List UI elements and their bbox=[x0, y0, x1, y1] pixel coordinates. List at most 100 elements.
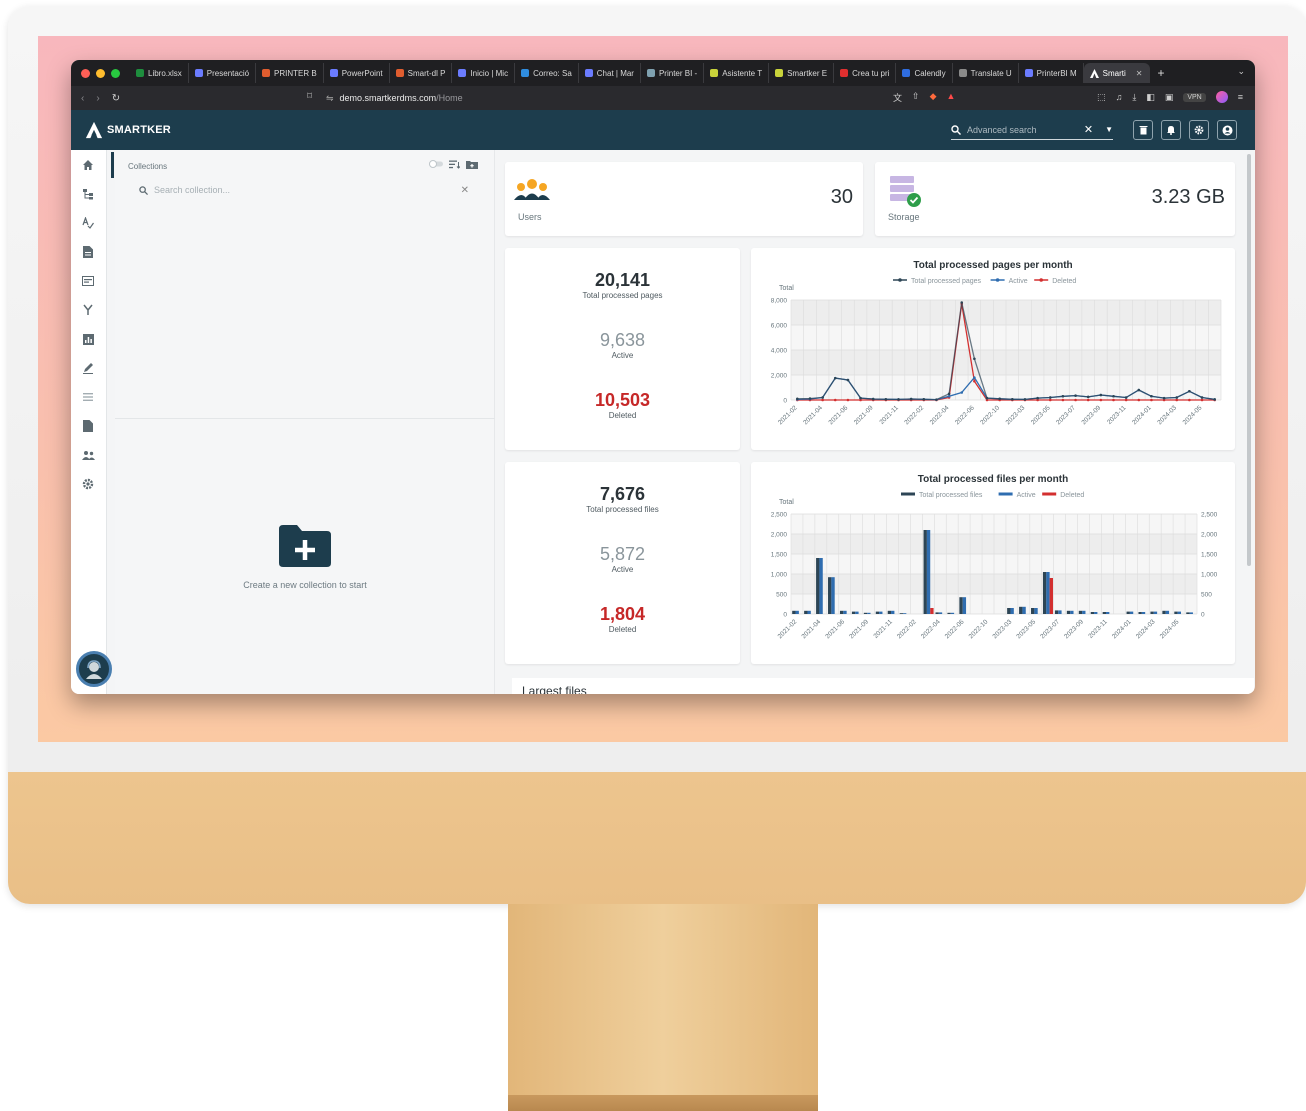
bar bbox=[1054, 610, 1059, 614]
extensions-icon[interactable]: ⬚ bbox=[1097, 92, 1106, 103]
nav-signatures[interactable] bbox=[81, 361, 95, 375]
clear-collection-search-icon[interactable]: ✕ bbox=[461, 185, 469, 196]
forward-icon[interactable]: › bbox=[96, 93, 99, 104]
collection-search-input[interactable]: Search collection... ✕ bbox=[139, 182, 469, 198]
clear-search-icon[interactable]: ✕ bbox=[1084, 123, 1093, 136]
data-point bbox=[1188, 389, 1191, 393]
rewards-icon[interactable]: ▲ bbox=[946, 91, 955, 104]
y-axis-title: Total bbox=[779, 499, 794, 506]
site-settings-icon[interactable]: ⇋ bbox=[326, 93, 334, 104]
back-icon[interactable]: ‹ bbox=[81, 93, 84, 104]
wallet-icon[interactable]: ▣ bbox=[1165, 92, 1174, 103]
x-tick-label: 2023-05 bbox=[1015, 618, 1037, 640]
translate-icon[interactable]: 文 bbox=[893, 91, 902, 104]
browser-tab[interactable]: PRINTER B bbox=[256, 63, 324, 83]
media-icon[interactable]: ♫ bbox=[1116, 92, 1123, 102]
new-tab-button[interactable]: + bbox=[1158, 66, 1165, 80]
browser-tab-active[interactable]: Smarti ✕ bbox=[1083, 63, 1150, 83]
address-bar[interactable]: ⇋ demo.smartkerdms.com/Home bbox=[326, 90, 976, 106]
browser-tab[interactable]: PowerPoint bbox=[324, 63, 390, 83]
sort-list-icon[interactable] bbox=[449, 160, 460, 169]
browser-tab[interactable]: Libro.xlsx bbox=[130, 63, 189, 83]
settings-button[interactable] bbox=[1189, 120, 1209, 140]
bar bbox=[851, 611, 856, 614]
add-folder-icon[interactable] bbox=[466, 160, 478, 169]
nav-users[interactable] bbox=[81, 448, 95, 462]
create-folder-icon[interactable] bbox=[279, 525, 331, 567]
download-icon[interactable]: ⤓ bbox=[1132, 92, 1136, 103]
notifications-button[interactable] bbox=[1161, 120, 1181, 140]
browser-tab[interactable]: Inicio | Mic bbox=[452, 63, 516, 83]
browser-tab[interactable]: Chat | Mar bbox=[579, 63, 641, 83]
tab-favicon-icon bbox=[710, 69, 719, 77]
browser-tab[interactable]: Presentació bbox=[189, 63, 257, 83]
bar bbox=[1174, 611, 1178, 614]
dashboard-scrollbar[interactable] bbox=[1247, 154, 1251, 566]
minimize-window-button[interactable] bbox=[96, 68, 105, 78]
bar bbox=[807, 610, 811, 614]
shield-icon[interactable]: ◆ bbox=[930, 91, 937, 104]
zoom-window-button[interactable] bbox=[111, 68, 120, 78]
bar bbox=[1094, 612, 1098, 614]
menu-icon[interactable]: ≡ bbox=[1238, 92, 1243, 102]
bar bbox=[1078, 610, 1083, 614]
nav-settings[interactable] bbox=[81, 477, 95, 491]
search-options-chevron-icon[interactable]: ▼ bbox=[1105, 125, 1113, 134]
nav-documents[interactable] bbox=[81, 245, 95, 259]
bookmark-icon[interactable]: ⌑ bbox=[307, 91, 312, 102]
browser-tab[interactable]: Smartker E bbox=[769, 63, 835, 83]
toggle-icon[interactable] bbox=[429, 160, 443, 168]
x-tick-label: 2023-11 bbox=[1087, 618, 1109, 640]
files-totals-card: 7,676 Total processed files 5,872 Active… bbox=[505, 462, 740, 664]
x-tick-label: 2024-01 bbox=[1111, 618, 1133, 640]
account-button[interactable] bbox=[1217, 120, 1237, 140]
user-avatar[interactable] bbox=[76, 651, 112, 687]
sidebar-icon[interactable]: ◧ bbox=[1146, 92, 1155, 103]
data-point bbox=[859, 396, 862, 400]
browser-tab[interactable]: Smart-dl P bbox=[390, 63, 453, 83]
data-point bbox=[1074, 394, 1077, 397]
browser-tab[interactable]: Correo: Sa bbox=[515, 63, 579, 83]
users-count: 30 bbox=[830, 186, 853, 208]
share-icon[interactable]: ⇧ bbox=[912, 91, 920, 104]
files-deleted-label: Deleted bbox=[608, 625, 637, 634]
nav-hierarchy[interactable] bbox=[81, 187, 95, 201]
tab-favicon-icon bbox=[262, 69, 271, 77]
nav-spellcheck[interactable] bbox=[81, 216, 95, 230]
browser-tab[interactable]: Translate U bbox=[953, 63, 1019, 83]
bar bbox=[1019, 606, 1023, 614]
x-tick-label: 2021-02 bbox=[777, 618, 799, 640]
nav-workflows[interactable] bbox=[81, 303, 95, 317]
trash-button[interactable] bbox=[1133, 120, 1153, 140]
browser-tab[interactable]: Crea tu pri bbox=[834, 63, 897, 83]
browser-tab[interactable]: Printer BI - bbox=[641, 63, 705, 83]
nav-templates[interactable] bbox=[81, 419, 95, 433]
close-window-button[interactable] bbox=[81, 68, 90, 78]
advanced-search-input[interactable]: Advanced search ✕ ▼ bbox=[951, 120, 1113, 140]
reload-icon[interactable]: ↻ bbox=[112, 93, 120, 104]
vpn-button[interactable]: VPN bbox=[1183, 92, 1206, 102]
data-point bbox=[808, 397, 812, 400]
storage-database-icon bbox=[890, 176, 921, 207]
users-card: Users 30 bbox=[505, 162, 863, 236]
nav-home[interactable] bbox=[81, 158, 95, 172]
tab-favicon-icon bbox=[902, 69, 911, 77]
profile-avatar-icon[interactable] bbox=[1215, 91, 1228, 103]
nav-forms[interactable] bbox=[81, 274, 95, 288]
nav-reports[interactable] bbox=[81, 332, 95, 346]
data-point bbox=[998, 397, 1001, 401]
app-logo[interactable]: SMARTKER bbox=[85, 121, 171, 139]
tab-list-chevron-icon[interactable]: ⌄ bbox=[1237, 66, 1245, 77]
bar bbox=[1070, 610, 1074, 614]
collections-divider bbox=[115, 418, 495, 419]
data-point bbox=[1112, 394, 1115, 398]
browser-tab[interactable]: Asistente T bbox=[704, 63, 770, 83]
browser-tab[interactable]: Calendly bbox=[896, 63, 953, 83]
legend-label: Active bbox=[1009, 278, 1028, 285]
browser-tab-label: Inicio | Mic bbox=[470, 68, 509, 78]
x-tick-label: 2024-01 bbox=[1131, 404, 1153, 426]
bar bbox=[831, 577, 835, 614]
browser-tab[interactable]: PrinterBI M bbox=[1019, 63, 1084, 83]
close-tab-icon[interactable]: ✕ bbox=[1136, 69, 1143, 78]
nav-list[interactable] bbox=[81, 390, 95, 404]
